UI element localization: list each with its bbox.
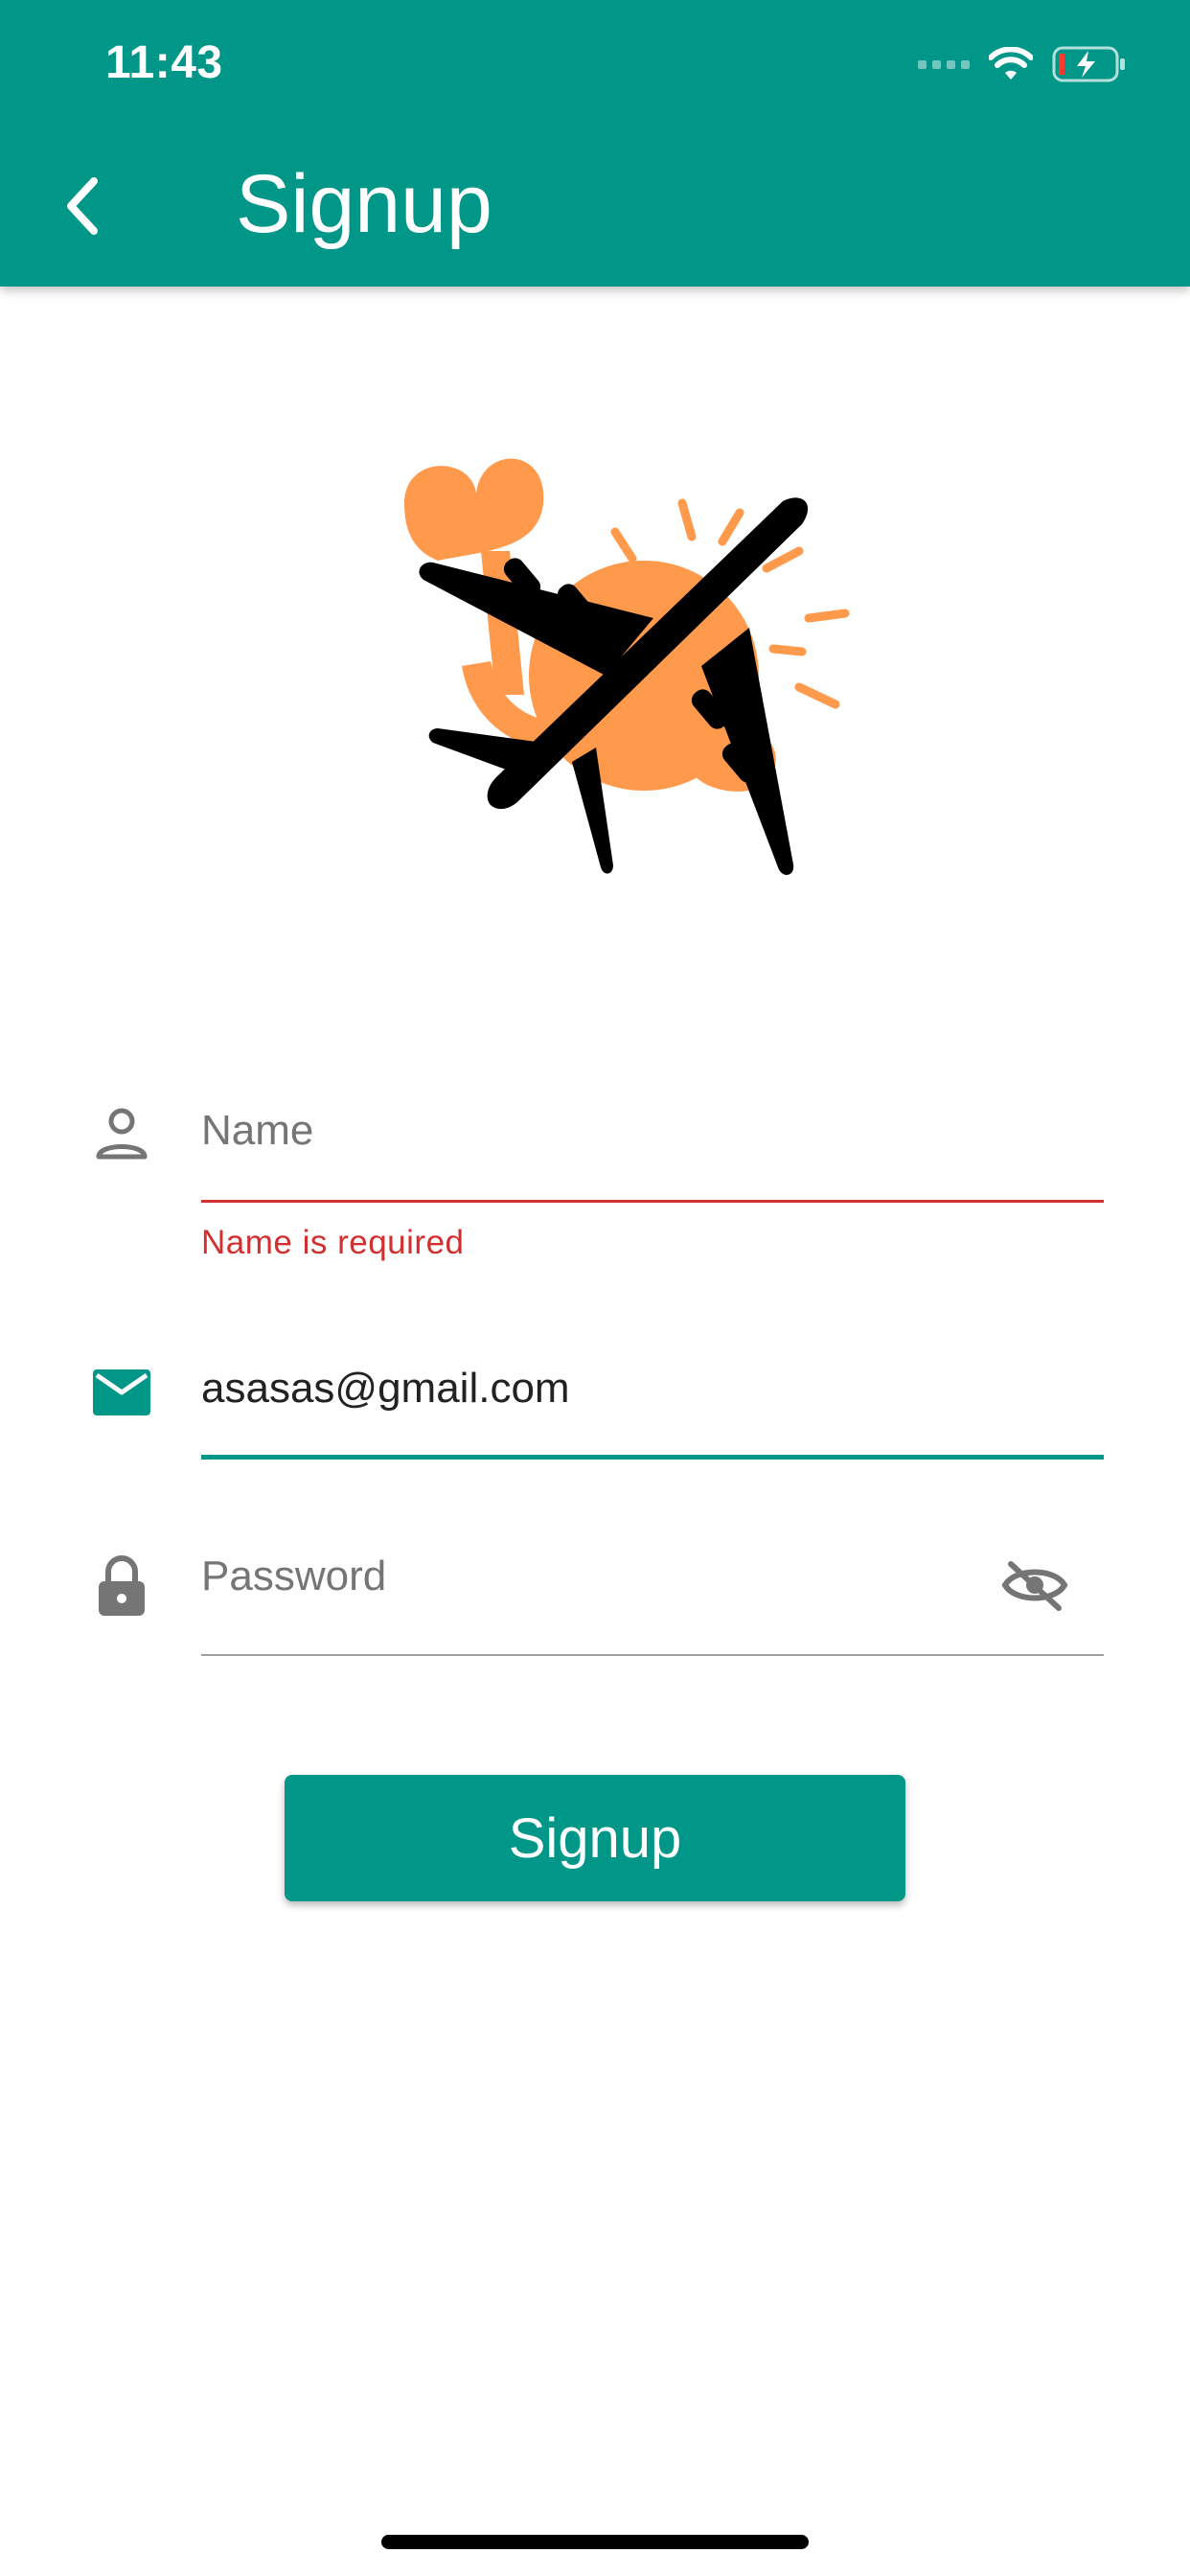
battery-charging-icon (1052, 46, 1125, 82)
app-bar: 11:43 Signup (0, 0, 1190, 287)
chevron-left-icon (67, 177, 98, 235)
email-input[interactable]: asasas@gmail.com (201, 1365, 1102, 1413)
signup-button[interactable]: Signup (285, 1775, 905, 1901)
password-underline (201, 1654, 1104, 1656)
status-time: 11:43 (105, 37, 223, 88)
home-indicator (381, 2535, 809, 2549)
status-icons (918, 44, 1127, 84)
visibility-off-icon (1001, 1561, 1068, 1611)
lock-icon (88, 1552, 155, 1620)
signal-icon (918, 59, 970, 69)
page-title: Signup (236, 158, 492, 250)
wifi-icon (989, 47, 1033, 80)
back-button[interactable] (54, 168, 111, 244)
name-underline (201, 1200, 1104, 1203)
person-icon (88, 1100, 155, 1167)
name-error-text: Name is required (201, 1224, 465, 1261)
email-underline (201, 1455, 1104, 1460)
app-logo (404, 458, 850, 875)
password-visibility-toggle[interactable] (996, 1547, 1073, 1623)
name-input[interactable]: Name (201, 1107, 1102, 1155)
mail-icon (88, 1359, 155, 1426)
password-input[interactable]: Password (201, 1552, 968, 1600)
